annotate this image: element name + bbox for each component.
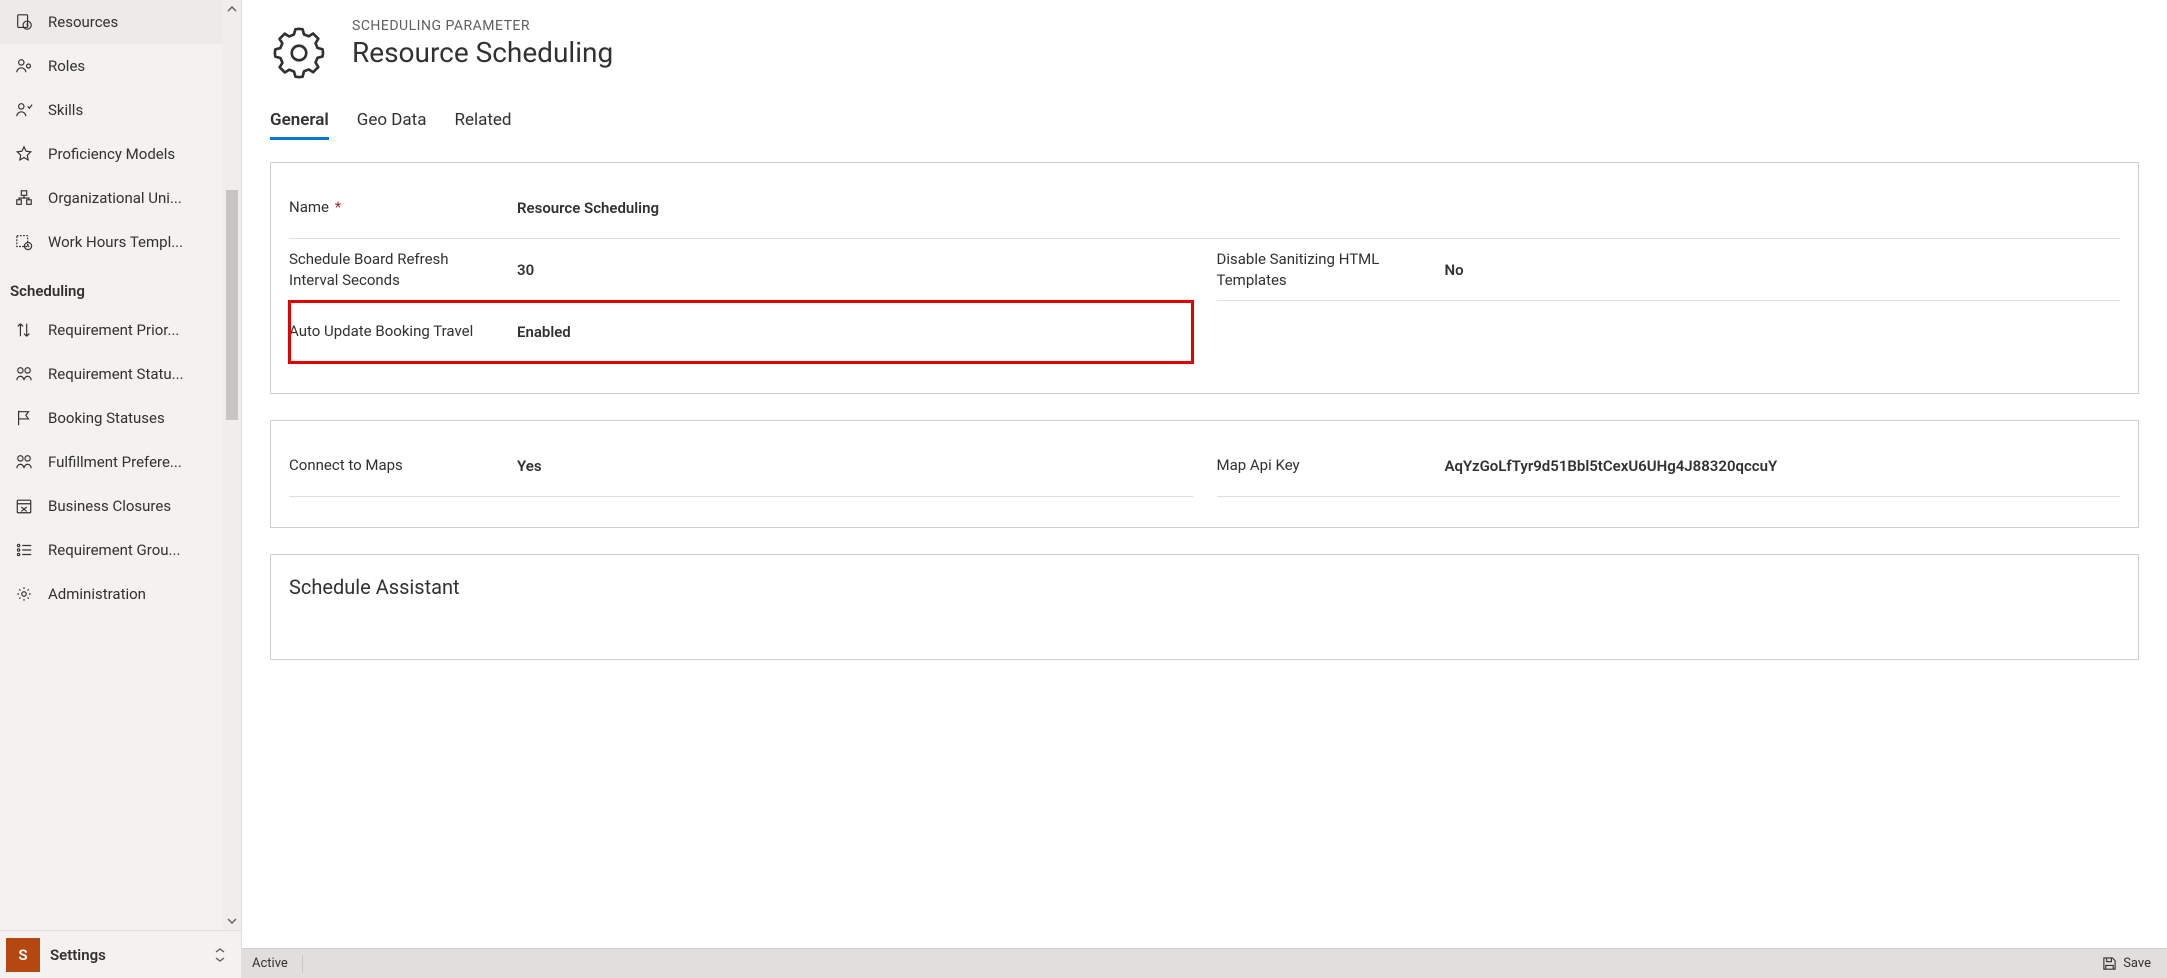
- fulfillment-icon: [14, 452, 34, 472]
- tabs: General Geo Data Related: [270, 104, 2139, 140]
- sidebar-item-label: Requirement Prior...: [48, 321, 213, 339]
- field-label: Schedule Board Refresh Interval Seconds: [289, 249, 499, 290]
- field-disable-sanitize[interactable]: Disable Sanitizing HTML Templates No: [1217, 239, 2121, 301]
- skills-icon: [14, 100, 34, 120]
- area-label: Settings: [50, 946, 201, 964]
- field-name[interactable]: Name * Resource Scheduling: [289, 177, 2120, 239]
- section-title: Schedule Assistant: [289, 575, 2120, 599]
- required-indicator: *: [331, 198, 341, 216]
- field-value: No: [1437, 261, 2121, 279]
- priority-icon: [14, 320, 34, 340]
- sidebar-item-organizational-units[interactable]: Organizational Uni...: [0, 176, 223, 220]
- scrollbar-up-arrow[interactable]: [223, 0, 241, 18]
- field-connect-to-maps[interactable]: Connect to Maps Yes: [289, 435, 1193, 497]
- resource-icon: [14, 12, 34, 32]
- sidebar-scrollbar[interactable]: [223, 0, 241, 930]
- chevron-updown-icon: [211, 947, 229, 963]
- section-general: Name * Resource Scheduling Schedule Boar…: [270, 162, 2139, 394]
- page-eyebrow: SCHEDULING PARAMETER: [352, 18, 613, 34]
- statusbar-divider: [302, 955, 303, 973]
- calendar-x-icon: [14, 496, 34, 516]
- record-state: Active: [252, 956, 288, 971]
- area-tile: S: [6, 938, 40, 972]
- save-icon: [2102, 956, 2117, 971]
- sidebar-item-label: Skills: [48, 101, 213, 119]
- field-label: Connect to Maps: [289, 455, 499, 475]
- tab-related[interactable]: Related: [454, 104, 511, 140]
- sidebar-item-label: Work Hours Templ...: [48, 233, 213, 251]
- sidebar-item-label: Business Closures: [48, 497, 213, 515]
- section-maps: Connect to Maps Yes Map Api Key AqYzGoLf…: [270, 420, 2139, 528]
- field-label: Map Api Key: [1217, 455, 1427, 475]
- sidebar-item-fulfillment-preferences[interactable]: Fulfillment Prefere...: [0, 440, 223, 484]
- content: SCHEDULING PARAMETER Resource Scheduling…: [242, 0, 2167, 948]
- sidebar-section-scheduling: Scheduling: [0, 264, 223, 308]
- scrollbar-down-arrow[interactable]: [223, 912, 241, 930]
- section-schedule-assistant: Schedule Assistant: [270, 554, 2139, 660]
- sidebar-item-label: Roles: [48, 57, 213, 75]
- sidebar: Resources Roles: [0, 0, 242, 978]
- field-label: Name *: [289, 197, 499, 217]
- sidebar-item-business-closures[interactable]: Business Closures: [0, 484, 223, 528]
- tab-general[interactable]: General: [270, 104, 329, 140]
- sidebar-item-label: Requirement Grou...: [48, 541, 213, 559]
- sidebar-item-label: Administration: [48, 585, 213, 603]
- field-value: AqYzGoLfTyr9d51Bbl5tCexU6UHg4J88320qccuY: [1437, 457, 2121, 475]
- field-map-api-key[interactable]: Map Api Key AqYzGoLfTyr9d51Bbl5tCexU6UHg…: [1217, 435, 2121, 497]
- list-icon: [14, 540, 34, 560]
- field-value: Yes: [509, 457, 1193, 475]
- sidebar-item-label: Organizational Uni...: [48, 189, 213, 207]
- flag-icon: [14, 408, 34, 428]
- area-switcher[interactable]: S Settings: [0, 930, 241, 978]
- sidebar-item-roles[interactable]: Roles: [0, 44, 223, 88]
- org-icon: [14, 188, 34, 208]
- sidebar-item-label: Resources: [48, 13, 213, 31]
- work-hours-icon: [14, 232, 34, 252]
- star-icon: [14, 144, 34, 164]
- save-label: Save: [2123, 956, 2151, 971]
- statusbar: Active Save: [242, 948, 2167, 978]
- sidebar-item-skills[interactable]: Skills: [0, 88, 223, 132]
- field-auto-update-booking-travel[interactable]: Auto Update Booking Travel Enabled: [289, 301, 1193, 363]
- field-label: Disable Sanitizing HTML Templates: [1217, 249, 1427, 290]
- sidebar-item-requirement-priorities[interactable]: Requirement Prior...: [0, 308, 223, 352]
- sidebar-item-work-hours-templates[interactable]: Work Hours Templ...: [0, 220, 223, 264]
- sidebar-item-resources[interactable]: Resources: [0, 0, 223, 44]
- sidebar-item-label: Requirement Statu...: [48, 365, 213, 383]
- main: SCHEDULING PARAMETER Resource Scheduling…: [242, 0, 2167, 978]
- field-value: Enabled: [509, 323, 1193, 341]
- sidebar-item-label: Booking Statuses: [48, 409, 213, 427]
- roles-icon: [14, 56, 34, 76]
- sidebar-item-proficiency-models[interactable]: Proficiency Models: [0, 132, 223, 176]
- sidebar-item-administration[interactable]: Administration: [0, 572, 223, 616]
- sidebar-item-booking-statuses[interactable]: Booking Statuses: [0, 396, 223, 440]
- sidebar-item-label: Proficiency Models: [48, 145, 213, 163]
- save-button[interactable]: Save: [2096, 954, 2157, 973]
- page-title: Resource Scheduling: [352, 36, 613, 69]
- sidebar-item-requirement-statuses[interactable]: Requirement Statu...: [0, 352, 223, 396]
- field-value: Resource Scheduling: [509, 199, 2120, 217]
- tab-geo-data[interactable]: Geo Data: [357, 104, 427, 140]
- field-refresh-interval[interactable]: Schedule Board Refresh Interval Seconds …: [289, 239, 1193, 301]
- gear-icon: [14, 584, 34, 604]
- sidebar-scroll: Resources Roles: [0, 0, 241, 930]
- field-value: 30: [509, 261, 1193, 279]
- scrollbar-thumb[interactable]: [226, 190, 238, 420]
- page-header: SCHEDULING PARAMETER Resource Scheduling: [270, 18, 2139, 82]
- requirement-status-icon: [14, 364, 34, 384]
- gear-icon: [270, 24, 328, 82]
- sidebar-item-requirement-groups[interactable]: Requirement Grou...: [0, 528, 223, 572]
- sidebar-item-label: Fulfillment Prefere...: [48, 453, 213, 471]
- field-label: Auto Update Booking Travel: [289, 321, 499, 341]
